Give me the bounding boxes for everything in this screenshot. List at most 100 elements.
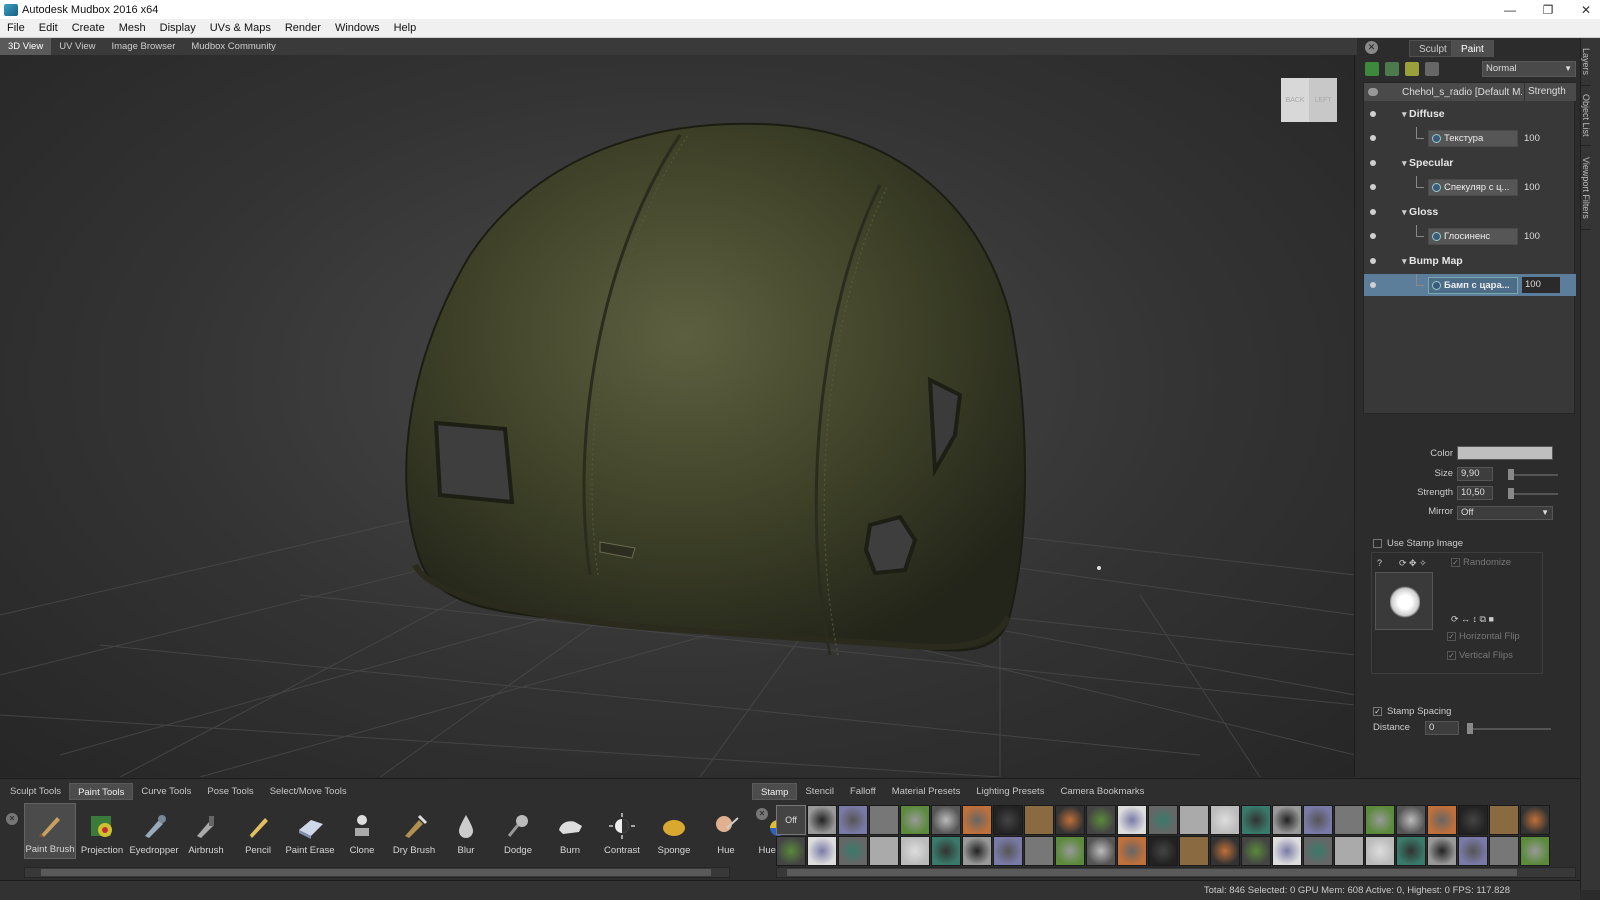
visibility-dot-icon[interactable] <box>1370 233 1376 239</box>
stamp-thumbnail[interactable] <box>1396 836 1426 866</box>
layer-strength-value[interactable]: 100 <box>1524 231 1540 242</box>
stamp-thumbnail[interactable] <box>1334 836 1364 866</box>
visibility-dot-icon[interactable] <box>1370 160 1376 166</box>
menu-edit[interactable]: Edit <box>32 22 65 34</box>
channel-group-row[interactable]: Gloss <box>1364 201 1576 223</box>
tab-select-move-tools[interactable]: Select/Move Tools <box>262 783 355 800</box>
stamp-thumbnail[interactable] <box>1303 805 1333 835</box>
stamp-thumbnail[interactable] <box>1520 805 1550 835</box>
blend-mode-select[interactable]: Normal ▼ <box>1482 61 1576 77</box>
stamp-thumbnail[interactable] <box>900 805 930 835</box>
viewcube-back-face[interactable]: BACK <box>1281 78 1309 122</box>
stamp-thumbnail[interactable] <box>838 836 868 866</box>
visibility-dot-icon[interactable] <box>1370 135 1376 141</box>
tab-material-presets[interactable]: Material Presets <box>884 783 969 800</box>
new-layer-icon[interactable] <box>1365 62 1379 76</box>
stamp-thumbnail[interactable] <box>1148 836 1178 866</box>
visibility-dot-icon[interactable] <box>1370 111 1376 117</box>
channel-group-row[interactable]: Specular <box>1364 152 1576 174</box>
size-slider[interactable] <box>1508 469 1558 480</box>
scrollbar-thumb[interactable] <box>41 869 711 876</box>
stamps-scrollbar[interactable] <box>776 867 1576 878</box>
stamp-thumbnail[interactable] <box>1148 805 1178 835</box>
paint-layer-row-selected[interactable]: Бамп с цара... 100 <box>1364 274 1576 296</box>
sponge-tool[interactable]: Sponge <box>648 803 700 859</box>
viewcube-left-face[interactable]: LEFT <box>1309 78 1337 122</box>
stamp-thumbnail[interactable] <box>1117 805 1147 835</box>
layer-strength-field[interactable]: 100 <box>1522 277 1560 293</box>
stamp-off[interactable]: Off <box>776 805 806 835</box>
tab-paint[interactable]: Paint <box>1451 40 1494 57</box>
stamp-thumbnail[interactable] <box>1179 805 1209 835</box>
stamp-thumbnail[interactable] <box>1427 805 1457 835</box>
distance-field[interactable]: 0 <box>1425 721 1459 735</box>
stamp-tray-close-icon[interactable]: ✕ <box>756 808 768 820</box>
visibility-dot-icon[interactable] <box>1370 282 1376 288</box>
tab-stamp[interactable]: Stamp <box>752 783 798 800</box>
tab-mudbox-community[interactable]: Mudbox Community <box>183 38 283 55</box>
import-layer-icon[interactable] <box>1405 62 1419 76</box>
stamp-thumbnail[interactable] <box>1179 836 1209 866</box>
tab-uv-view[interactable]: UV View <box>51 38 103 55</box>
stamp-thumbnail[interactable] <box>1210 805 1240 835</box>
vertical-flips-checkbox[interactable]: ✓ <box>1447 651 1456 660</box>
viewcube[interactable]: BACK LEFT <box>1281 78 1337 122</box>
delete-layer-icon[interactable] <box>1425 62 1439 76</box>
restore-button[interactable]: ❐ <box>1540 3 1556 17</box>
stamp-thumbnail[interactable] <box>1210 836 1240 866</box>
stamp-thumbnail[interactable] <box>1086 805 1116 835</box>
menu-uvs-maps[interactable]: UVs & Maps <box>203 22 278 34</box>
menu-help[interactable]: Help <box>387 22 424 34</box>
duplicate-layer-icon[interactable] <box>1385 62 1399 76</box>
minimize-button[interactable]: — <box>1502 3 1518 17</box>
tools-scrollbar[interactable] <box>24 867 730 878</box>
layer-strength-value[interactable]: 100 <box>1524 133 1540 144</box>
eyedropper-tool[interactable]: Eyedropper <box>128 803 180 859</box>
menu-create[interactable]: Create <box>65 22 112 34</box>
stamp-thumbnail[interactable] <box>1241 836 1271 866</box>
horizontal-flip-checkbox[interactable]: ✓ <box>1447 632 1456 641</box>
stamp-thumbnail[interactable] <box>993 805 1023 835</box>
layer-strength-value[interactable]: 100 <box>1524 182 1540 193</box>
burn-tool[interactable]: Burn <box>544 803 596 859</box>
3d-viewport[interactable]: BACK LEFT <box>0 55 1355 777</box>
blur-tool[interactable]: Blur <box>440 803 492 859</box>
stamp-thumbnail[interactable] <box>993 836 1023 866</box>
projection-tool[interactable]: Projection <box>76 803 128 859</box>
channel-group-row[interactable]: Bump Map <box>1364 250 1576 272</box>
stamp-thumbnail[interactable] <box>931 805 961 835</box>
slider-handle[interactable] <box>1508 469 1514 480</box>
stamp-thumbnail[interactable] <box>962 805 992 835</box>
side-tab-viewport-filters[interactable]: Viewport Filters <box>1581 146 1591 230</box>
menu-windows[interactable]: Windows <box>328 22 387 34</box>
stamp-thumbnail[interactable] <box>869 836 899 866</box>
strength-field[interactable]: 10,50 <box>1457 486 1493 500</box>
paint-layer-name[interactable]: Бамп с цара... <box>1428 276 1518 294</box>
tab-sculpt-tools[interactable]: Sculpt Tools <box>2 783 69 800</box>
tab-falloff[interactable]: Falloff <box>842 783 884 800</box>
use-stamp-image-checkbox[interactable] <box>1373 539 1382 548</box>
stamp-thumbnail[interactable] <box>962 836 992 866</box>
stamp-thumbnail[interactable] <box>1241 805 1271 835</box>
distance-slider[interactable] <box>1467 723 1551 734</box>
side-tab-object-list[interactable]: Object List <box>1581 86 1591 146</box>
visibility-eye-icon[interactable] <box>1368 88 1378 96</box>
tray-close-icon[interactable]: ✕ <box>6 813 18 825</box>
stamp-preview[interactable] <box>1375 572 1433 630</box>
dodge-tool[interactable]: Dodge <box>492 803 544 859</box>
paint-brush-tool[interactable]: Paint Brush <box>24 803 76 859</box>
stamp-thumbnail[interactable] <box>900 836 930 866</box>
paint-layer-row[interactable]: Глосиненс 100 <box>1364 225 1576 247</box>
stamp-thumbnail[interactable] <box>869 805 899 835</box>
visibility-dot-icon[interactable] <box>1370 258 1376 264</box>
tab-paint-tools[interactable]: Paint Tools <box>69 783 134 800</box>
help-icon[interactable]: ? <box>1377 558 1382 568</box>
tab-lighting-presets[interactable]: Lighting Presets <box>968 783 1052 800</box>
menu-file[interactable]: File <box>0 22 32 34</box>
randomize-checkbox[interactable]: ✓ <box>1451 558 1460 567</box>
stamp-transform-icons[interactable]: ⟳ ↔ ↕ ⧉ ■ <box>1451 614 1494 625</box>
stamp-thumbnail[interactable] <box>1117 836 1147 866</box>
stamp-thumbnail[interactable] <box>1427 836 1457 866</box>
stamp-thumbnail[interactable] <box>838 805 868 835</box>
channel-group-row[interactable]: Diffuse <box>1364 103 1576 125</box>
